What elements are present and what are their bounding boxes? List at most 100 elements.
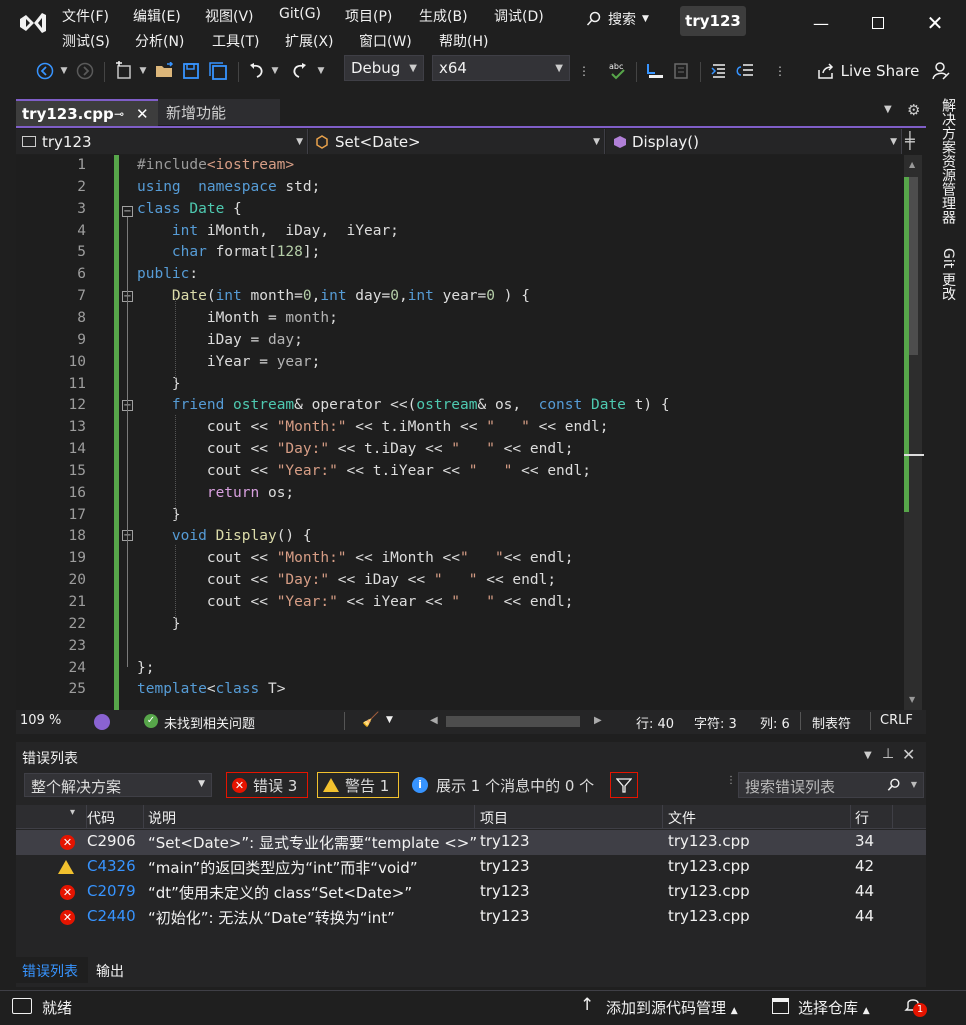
code-cleanup-broom-icon[interactable]: 🧹 [362,712,379,728]
horizontal-scroll-thumb[interactable] [446,716,580,727]
new-project-button[interactable] [112,59,136,83]
toolbar-overflow-button[interactable]: ⋮ [576,59,592,83]
scroll-up-icon[interactable]: ▲ [909,160,915,169]
maximize-button[interactable] [863,8,893,38]
comment-out-button[interactable] [708,59,730,83]
code-line[interactable]: class Date { [137,201,242,217]
git-changes-tab[interactable]: Git 更改 [938,248,958,301]
code-line[interactable]: int iMonth, iDay, iYear; [137,223,399,239]
toolbox-button[interactable] [670,59,692,83]
panel-options-icon[interactable]: ▼ [864,750,872,761]
search-button[interactable]: 搜索 ▼ [586,6,649,32]
toolbar-overflow-button-2[interactable]: ⋮ [772,59,788,83]
char-indicator[interactable]: 字符: 3 [694,713,737,732]
sort-column-icon[interactable]: ▾ [70,807,75,818]
code-line[interactable]: iDay = day; [137,332,303,348]
menu-item[interactable]: 分析(N) [135,31,184,51]
code-line[interactable]: cout << "Year:" << iYear << " " << endl; [137,594,574,610]
code-line[interactable]: void Display() { [137,528,312,544]
code-line[interactable]: cout << "Month:" << iMonth <<" "<< endl; [137,550,574,566]
error-code[interactable]: C2079 [87,882,136,900]
issues-status[interactable]: 未找到相关问题 [164,713,255,732]
code-line[interactable]: friend ostream& operator <<(ostream& os,… [137,397,670,413]
messages-filter-button[interactable]: i 展示 1 个消息中的 0 个 [412,772,594,798]
feedback-button[interactable] [930,59,952,83]
tab-error-list[interactable]: 错误列表 [16,957,88,983]
tab-try123-cpp[interactable]: try123.cpp ⊸ ✕ [16,99,158,127]
live-share-button[interactable]: Live Share [816,59,920,83]
redo-dropdown-button[interactable]: ▼ [316,59,326,83]
scroll-down-icon[interactable]: ▼ [909,695,915,704]
error-row[interactable]: C4326 “main”的返回类型应为“int”而非“void” try123 try… [16,855,926,880]
column-header-line[interactable]: 行 [855,808,869,828]
save-all-button[interactable] [206,59,230,83]
column-header-file[interactable]: 文件 [668,808,696,828]
platform-select[interactable]: x64 ▼ [432,55,570,81]
close-panel-icon[interactable]: ✕ [902,745,915,764]
column-indicator[interactable]: 列: 6 [760,713,790,732]
column-header-project[interactable]: 项目 [480,808,508,828]
fold-toggle[interactable]: − [122,206,133,217]
error-row[interactable]: ✕ C2440 “初始化”: 无法从“Date”转换为“int” try123 try1… [16,905,926,930]
redo-button[interactable] [288,59,310,83]
code-line[interactable]: char format[128]; [137,244,320,260]
code-line[interactable]: template<class T> [137,681,285,697]
spell-check-button[interactable]: abc [606,59,630,83]
code-line[interactable]: public: [137,266,198,282]
undo-dropdown-button[interactable]: ▼ [270,59,280,83]
code-line[interactable]: cout << "Year:" << t.iYear << " " << end… [137,463,591,479]
select-repository-button[interactable]: 选择仓库 ▲ [798,997,870,1018]
menu-item[interactable]: 文件(F) [62,6,109,26]
error-row[interactable]: ✕ C2906 “Set<Date>”: 显式专业化需要“template <>” t… [16,830,926,855]
menu-item[interactable]: 项目(P) [345,6,392,26]
menu-item[interactable]: 窗口(W) [359,31,412,51]
scroll-thumb[interactable] [908,177,918,355]
menu-item[interactable]: 工具(T) [212,31,259,51]
code-line[interactable]: }; [137,660,154,676]
code-editor[interactable]: 1 2 3 4 5 6 7 8 9 10 11 12 13 14 15 16 17 18 19 20 21 22 23 24 2… [16,155,922,710]
output-status-icon[interactable] [12,998,32,1014]
menu-item[interactable]: 视图(V) [205,6,254,26]
error-code[interactable]: C2906 [87,832,136,850]
chevron-down-icon[interactable]: ▼ [386,715,393,725]
split-editor-icon[interactable]: ╪ [905,131,915,150]
error-search-input[interactable]: 搜索错误列表 ▼ [738,772,924,798]
column-header-code[interactable]: 代码 [87,808,115,828]
error-row[interactable]: ✕ C2079 “dt”使用未定义的 class“Set<Date>” try123 t… [16,880,926,905]
code-line[interactable]: cout << "Day:" << iDay << " " << endl; [137,572,556,588]
minimize-button[interactable]: — [806,8,836,38]
column-header-description[interactable]: 说明 [148,808,176,828]
save-button[interactable] [180,59,202,83]
member-dropdown[interactable]: Display() ▼ [606,129,902,154]
back-dropdown-button[interactable]: ▼ [58,59,70,83]
close-tab-icon[interactable]: ✕ [136,105,149,123]
pin-icon[interactable]: ⊥ [882,746,894,762]
code-line[interactable]: cout << "Month:" << t.iMonth << " " << e… [137,419,609,435]
open-file-button[interactable] [154,59,176,83]
navigate-back-button[interactable] [34,59,56,83]
code-line[interactable]: #include<iostream> [137,157,294,173]
code-line[interactable]: cout << "Day:" << t.iDay << " " << endl; [137,441,574,457]
menu-item[interactable]: 生成(B) [419,6,468,26]
pin-icon[interactable]: ⊸ [114,107,124,121]
tab-whats-new[interactable]: 新增功能 [158,99,280,125]
errors-filter-button[interactable]: ✕ 错误 3 [226,772,308,798]
zoom-level[interactable]: 109 % [20,713,80,728]
menu-item[interactable]: 编辑(E) [133,6,181,26]
code-line[interactable]: iMonth = month; [137,310,338,326]
scope-filter-select[interactable]: 整个解决方案 ▼ [24,773,212,797]
menu-item[interactable]: 测试(S) [62,31,110,51]
add-to-source-control-button[interactable]: 添加到源代码管理 ▲ [606,997,738,1018]
scroll-left-icon[interactable]: ◀ [430,715,438,726]
scroll-right-icon[interactable]: ▶ [594,715,602,726]
error-code[interactable]: C4326 [87,857,136,875]
code-line[interactable]: using namespace std; [137,179,320,195]
menu-item[interactable]: 帮助(H) [439,31,488,51]
undo-button[interactable] [246,59,268,83]
menu-item[interactable]: 扩展(X) [285,31,334,51]
gear-icon[interactable]: ⚙ [907,101,920,119]
close-button[interactable]: ✕ [920,8,950,38]
code-line[interactable]: iYear = year; [137,354,321,370]
build-filter-button[interactable] [610,772,638,798]
line-indicator[interactable]: 行: 40 [636,713,674,732]
